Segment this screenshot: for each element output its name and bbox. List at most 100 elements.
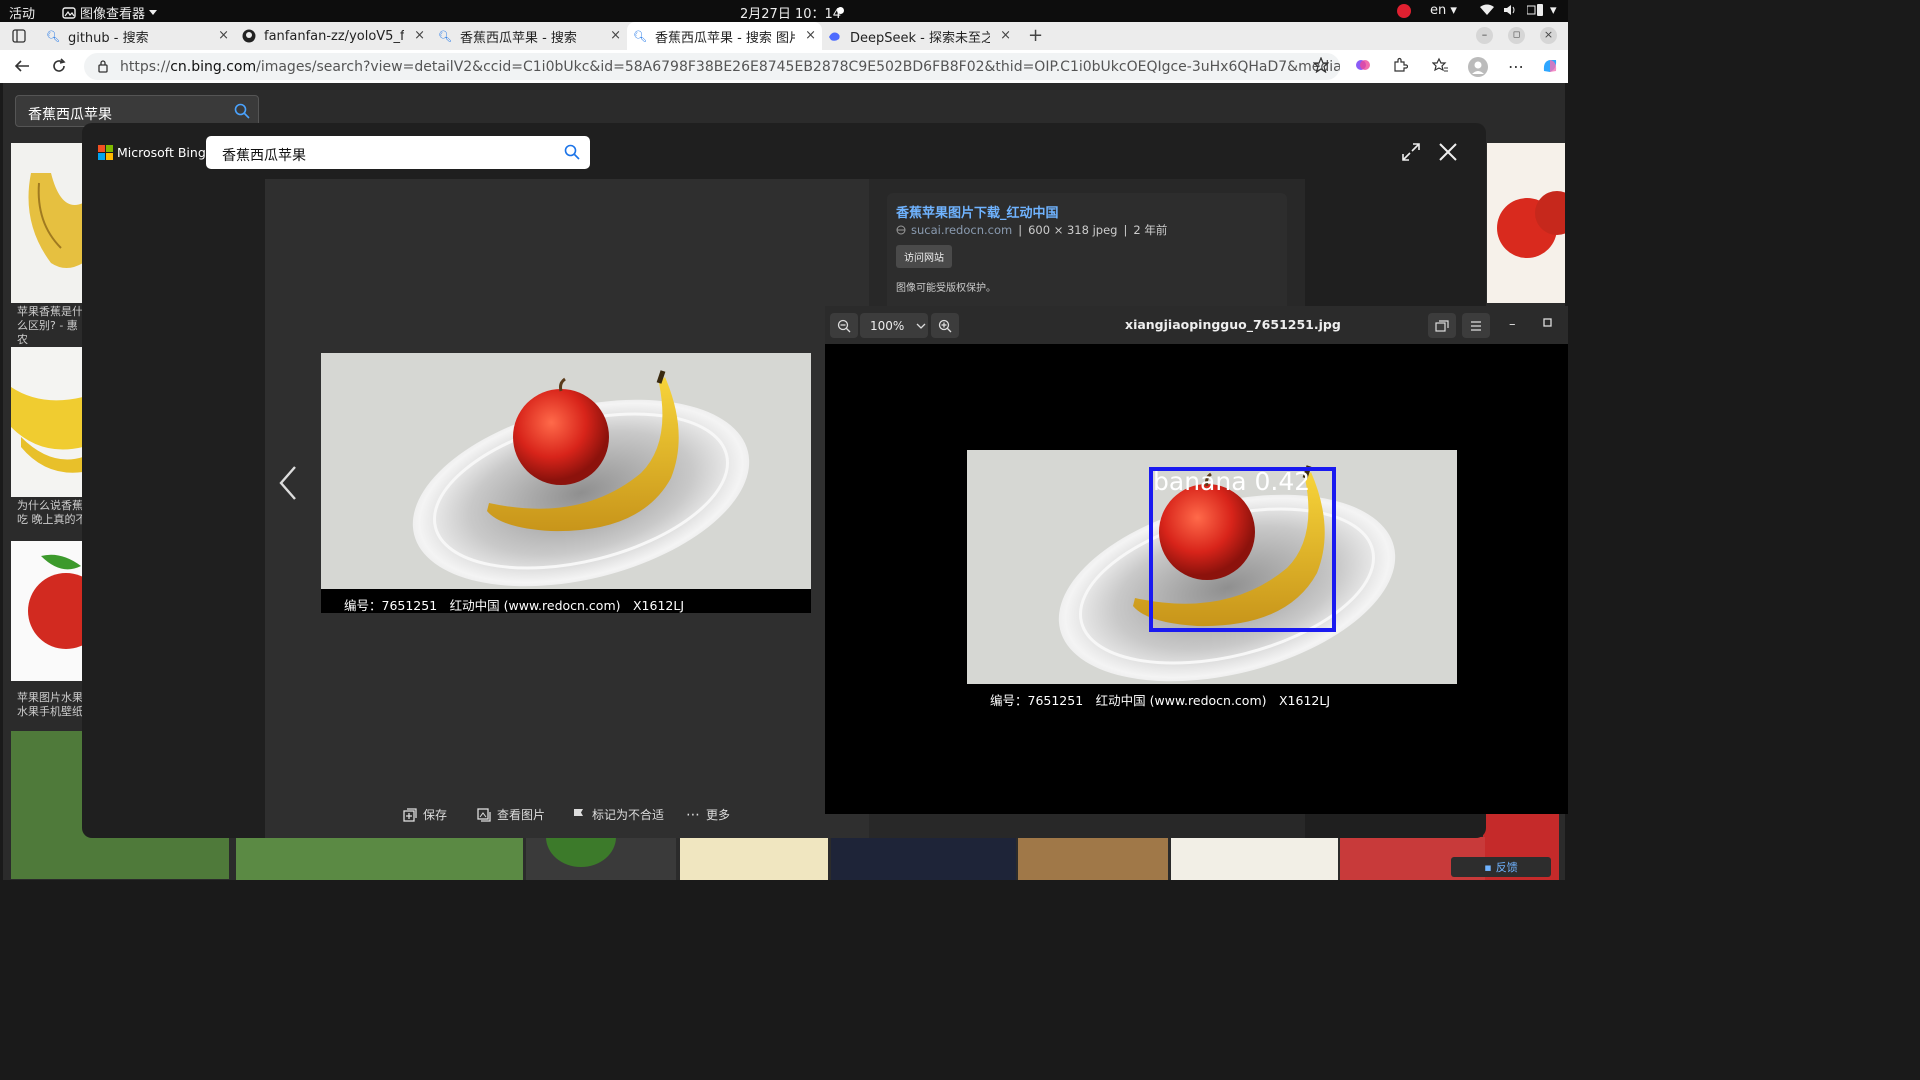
url-scheme: https:// (120, 58, 171, 75)
view-image-label: 查看图片 (497, 808, 546, 822)
battery-icon[interactable] (1527, 4, 1549, 16)
separator: | (1018, 223, 1023, 237)
viewer-menu-button[interactable] (1462, 313, 1490, 338)
bing-search-icon: 🔍︎ (633, 29, 647, 43)
tab-deepseek[interactable]: DeepSeek - 探索未至之境 × (822, 22, 1017, 50)
expand-icon[interactable] (1401, 142, 1421, 162)
tab-title: DeepSeek - 探索未至之境 (850, 30, 990, 46)
more-icon: ⋯ (686, 806, 700, 823)
close-icon[interactable]: × (1000, 28, 1011, 43)
wifi-icon[interactable] (1480, 4, 1494, 16)
address-bar[interactable]: https://cn.bing.com/images/search?view=d… (84, 53, 1340, 80)
search-icon[interactable] (564, 144, 580, 160)
app-menu-label: 图像查看器 (80, 7, 146, 22)
chevron-down-icon (149, 9, 158, 15)
tab-github-search[interactable]: 🔍︎ github - 搜索 × (40, 22, 235, 50)
tab-github-repo[interactable]: fanfanfan-zz/yoloV5_fruit × (236, 22, 431, 50)
bing-logo[interactable]: Microsoft Bing (98, 145, 206, 160)
thumbnail-banana-2[interactable] (11, 347, 83, 497)
clock[interactable]: 2月27日 10：14 (740, 3, 841, 22)
globe-icon (896, 225, 906, 235)
tab-bing-search[interactable]: 🔍︎ 香蕉西瓜苹果 - 搜索 × (432, 22, 627, 50)
image-age: 2 年前 (1133, 223, 1168, 237)
thumbnail-caption[interactable]: 苹果香蕉是什么区别? - 惠农 (17, 305, 87, 347)
report-label: 标记为不合适 (592, 808, 665, 822)
new-tab-button[interactable]: + (1028, 25, 1043, 46)
image-viewer-window: 100% xiangjiaopingguo_7651251.jpg – bana… (825, 306, 1568, 814)
zoom-out-icon (837, 319, 851, 332)
system-top-bar: 活动 图像查看器 2月27日 10：14 en ▾ ▾ (0, 0, 1568, 22)
save-button[interactable]: 保存 (403, 806, 447, 823)
url-path: /images/search?view=detailV2&ccid=C1i0bU… (256, 58, 1340, 75)
close-icon[interactable]: × (218, 28, 229, 43)
minimize-window-button[interactable]: – (1476, 27, 1493, 44)
more-button[interactable]: ⋯ 更多 (686, 806, 730, 823)
thumbnail-fruits[interactable] (1171, 837, 1338, 880)
feedback-button[interactable]: ▪ 反馈 (1451, 857, 1551, 877)
viewer-minimize-button[interactable]: – (1509, 317, 1516, 332)
zoom-out-button[interactable] (830, 313, 858, 338)
activities-button[interactable]: 活动 (9, 3, 35, 22)
system-menu-chevron[interactable]: ▾ (1550, 3, 1557, 18)
site-info-icon[interactable] (96, 59, 110, 73)
zoom-in-button[interactable] (931, 313, 959, 338)
reload-icon[interactable] (50, 57, 70, 77)
detection-class: banana (1153, 467, 1247, 496)
do-not-disturb-icon (1397, 4, 1411, 18)
image-source[interactable]: sucai.redocn.com (911, 223, 1012, 237)
more-options-icon[interactable]: ⋯ (1508, 57, 1528, 77)
sidebar-toggle-icon[interactable] (12, 29, 26, 43)
language-label: en (1430, 3, 1447, 18)
thumbnail-caption[interactable]: 苹果图片水果 水果手机壁纸 (17, 691, 87, 719)
thumbnail-fruit-bowl[interactable] (1018, 837, 1168, 880)
profile-avatar-icon[interactable] (1468, 57, 1488, 77)
copilot-icon[interactable] (1541, 57, 1561, 77)
main-image[interactable] (321, 353, 811, 589)
thumbnail-apple[interactable] (11, 541, 83, 681)
close-icon[interactable]: × (805, 28, 816, 43)
thumbnail-juice[interactable] (680, 837, 828, 880)
report-button[interactable]: 标记为不合适 (572, 806, 664, 823)
back-arrow-icon[interactable] (13, 57, 33, 77)
thumbnail-caption[interactable]: 为什么说香蕉吃 晚上真的不 (17, 499, 87, 527)
close-window-button[interactable]: × (1540, 27, 1557, 44)
fullscreen-icon (1435, 319, 1449, 332)
close-icon[interactable] (1438, 142, 1458, 162)
fullscreen-button[interactable] (1428, 313, 1456, 338)
image-title-link[interactable]: 香蕉苹果图片下载_红动中国 (896, 202, 1059, 221)
github-icon (242, 29, 256, 43)
visit-site-button[interactable]: 访问网站 (896, 245, 952, 268)
viewer-filename: xiangjiaopingguo_7651251.jpg (1125, 317, 1341, 332)
viewer-maximize-button[interactable] (1543, 318, 1552, 327)
feedback-label: 反馈 (1495, 861, 1518, 874)
thumbnail-watermelon[interactable] (236, 837, 523, 880)
image-dimensions: 600 × 318 jpeg (1028, 223, 1118, 237)
favorites-icon[interactable] (1432, 57, 1452, 77)
flag-icon (574, 808, 583, 821)
copilot-extension-icon[interactable] (1355, 57, 1375, 77)
volume-icon[interactable] (1503, 4, 1517, 16)
extensions-puzzle-icon[interactable] (1392, 57, 1412, 77)
hamburger-menu-icon (1471, 320, 1481, 331)
bing-search-icon: 🔍︎ (438, 29, 452, 43)
thumbnail-melon[interactable] (526, 837, 676, 880)
modal-search-input[interactable]: 香蕉西瓜苹果 (206, 136, 590, 169)
thumbnail-grapes[interactable] (831, 837, 1016, 880)
tab-title: fanfanfan-zz/yoloV5_fruit (264, 28, 404, 44)
thumbnail-tomato[interactable] (1487, 143, 1565, 303)
image-meta: sucai.redocn.com | 600 × 318 jpeg | 2 年前 (896, 222, 1167, 238)
close-icon[interactable]: × (414, 28, 425, 43)
language-indicator[interactable]: en ▾ (1430, 3, 1457, 18)
zoom-level-dropdown[interactable]: 100% (860, 313, 928, 338)
search-icon[interactable] (234, 103, 250, 119)
tab-bing-images[interactable]: 🔍︎ 香蕉西瓜苹果 - 搜索 图片 × (627, 22, 822, 50)
thumbnail-banana[interactable] (11, 143, 83, 303)
close-icon[interactable]: × (610, 28, 621, 43)
bookmark-star-icon[interactable] (1313, 57, 1333, 77)
previous-image-chevron-icon[interactable] (278, 465, 298, 501)
view-image-button[interactable]: 查看图片 (477, 806, 545, 823)
url-host: cn.bing.com (170, 58, 257, 75)
restore-window-button[interactable]: ◻ (1508, 27, 1525, 44)
main-image-caption: 编号：7651251 红动中国 (www.redocn.com) X1612LJ (344, 598, 685, 613)
app-menu[interactable]: 图像查看器 (62, 3, 158, 22)
